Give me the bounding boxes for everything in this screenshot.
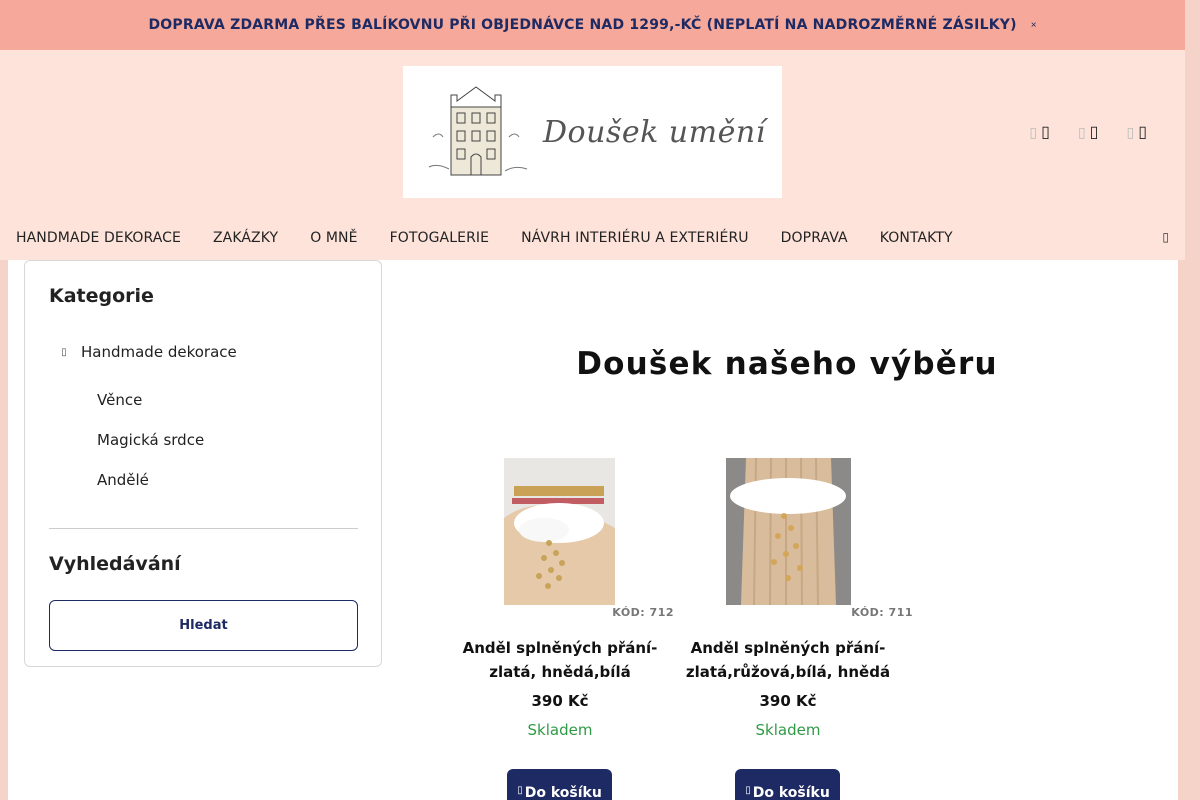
user-icon[interactable]: ▯ ▯ <box>1078 122 1099 142</box>
nav-item-handmade[interactable]: HANDMADE DEKORACE <box>0 230 197 246</box>
product-name[interactable]: Anděl splněných přání- zlatá,růžová,bílá… <box>674 636 902 684</box>
header-icons: ▯ ▯ ▯ ▯ ▯ ▯ <box>1029 122 1147 142</box>
chevron-down-icon[interactable]: ▯ <box>57 347 71 358</box>
category-vence[interactable]: Věnce <box>97 391 142 409</box>
site-header: Doušek umění ▯ ▯ ▯ ▯ ▯ ▯ HANDMADE DEKORACE … <box>0 50 1185 260</box>
search-icon[interactable]: ▯ ▯ <box>1029 122 1050 142</box>
site-logo[interactable]: Doušek umění <box>403 66 782 198</box>
nav-item-fotogalerie[interactable]: FOTOGALERIE <box>374 230 506 246</box>
category-handmade-label: Handmade dekorace <box>81 343 237 361</box>
categories-title: Kategorie <box>49 285 154 307</box>
product-price: 390 Kč <box>759 692 817 710</box>
add-to-cart-label: Do košíku <box>752 785 830 800</box>
search-button[interactable]: Hledat <box>49 600 358 651</box>
product-stock: Skladem <box>755 721 821 739</box>
product-price: 390 Kč <box>531 692 589 710</box>
nav-item-doprava[interactable]: DOPRAVA <box>765 230 864 246</box>
sidebar-divider <box>49 528 358 529</box>
product-code: KÓD: 711 <box>851 606 913 619</box>
cart-icon: ▯ <box>517 785 523 796</box>
nav-item-o-mne[interactable]: O MNĚ <box>294 230 373 246</box>
add-to-cart-button[interactable]: ▯ Do košíku <box>507 769 612 800</box>
sidebar: Kategorie ▯ Handmade dekorace Věnce Magi… <box>24 260 382 667</box>
search-title: Vyhledávání <box>49 553 181 575</box>
cart-icon: ▯ <box>745 785 751 796</box>
nav-item-navrh[interactable]: NÁVRH INTERIÉRU A EXTERIÉRU <box>505 230 765 246</box>
add-to-cart-label: Do košíku <box>524 785 602 800</box>
main-navigation: HANDMADE DEKORACE ZAKÁZKY O MNĚ FOTOGALE… <box>0 216 1185 260</box>
category-handmade[interactable]: ▯ Handmade dekorace <box>57 343 237 361</box>
nav-search-icon[interactable]: ▯ <box>1162 230 1169 244</box>
nav-item-kontakty[interactable]: KONTAKTY <box>864 230 969 246</box>
nav-item-zakazky[interactable]: ZAKÁZKY <box>197 230 294 246</box>
close-icon[interactable]: × <box>1031 20 1037 31</box>
product-image[interactable] <box>504 458 615 605</box>
house-logo-icon <box>428 86 528 176</box>
product-name[interactable]: Anděl splněných přání- zlatá, hnědá,bílá <box>446 636 674 684</box>
category-magicka-srdce[interactable]: Magická srdce <box>97 431 204 449</box>
product-image[interactable] <box>726 458 851 605</box>
announcement-text: DOPRAVA ZDARMA PŘES BALÍKOVNU PŘI OBJEDN… <box>148 17 1017 33</box>
page-title: Doušek našeho výběru <box>576 346 998 382</box>
category-andele[interactable]: Andělé <box>97 471 149 489</box>
logo-text: Doušek umění <box>543 114 766 150</box>
product-code: KÓD: 712 <box>612 606 674 619</box>
add-to-cart-button[interactable]: ▯ Do košíku <box>735 769 840 800</box>
cart-icon[interactable]: ▯ ▯ <box>1126 122 1147 142</box>
product-stock: Skladem <box>527 721 593 739</box>
announcement-bar: DOPRAVA ZDARMA PŘES BALÍKOVNU PŘI OBJEDN… <box>0 0 1185 50</box>
